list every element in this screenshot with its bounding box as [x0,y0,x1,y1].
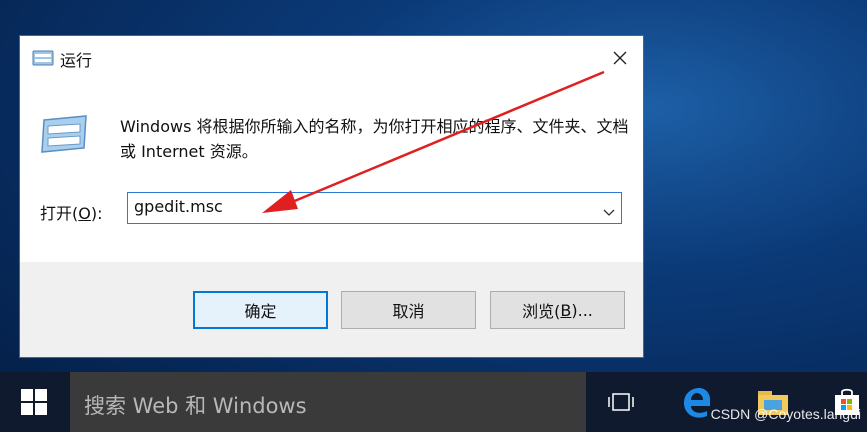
start-button[interactable] [0,372,68,432]
run-dialog: 运行 Windows 将根据你所输入的名称，为你打开相应的程序、文件夹、文档或 … [19,35,644,358]
edge-icon [684,388,711,418]
task-view-icon [608,393,634,411]
task-view-button[interactable] [598,384,644,420]
close-icon [613,51,627,65]
watermark-text: CSDN @Coyotes.langdi [710,406,861,422]
taskbar-search-box[interactable]: 搜索 Web 和 Windows [70,372,586,432]
dialog-description: Windows 将根据你所输入的名称，为你打开相应的程序、文件夹、文档或 Int… [120,117,629,161]
dialog-title: 运行 [60,51,93,70]
cancel-button[interactable]: 取消 [341,291,476,329]
search-placeholder: 搜索 Web 和 Windows [84,394,307,418]
dialog-content: Windows 将根据你所输入的名称，为你打开相应的程序、文件夹、文档或 Int… [20,80,643,264]
close-button[interactable] [597,36,643,80]
open-label: 打开(O): [40,204,103,223]
taskbar: 搜索 Web 和 Windows [0,372,867,432]
run-icon [32,50,54,66]
run-large-icon [38,114,90,154]
ok-button[interactable]: 确定 [193,291,328,329]
dialog-footer: 确定 取消 浏览(B)... [20,262,643,357]
browse-button[interactable]: 浏览(B)... [490,291,625,329]
open-combobox[interactable]: gpedit.msc [127,192,622,224]
open-input[interactable]: gpedit.msc [134,197,223,216]
windows-logo-icon [21,389,47,415]
dialog-titlebar[interactable]: 运行 [20,36,643,80]
chevron-down-icon[interactable] [603,203,615,216]
